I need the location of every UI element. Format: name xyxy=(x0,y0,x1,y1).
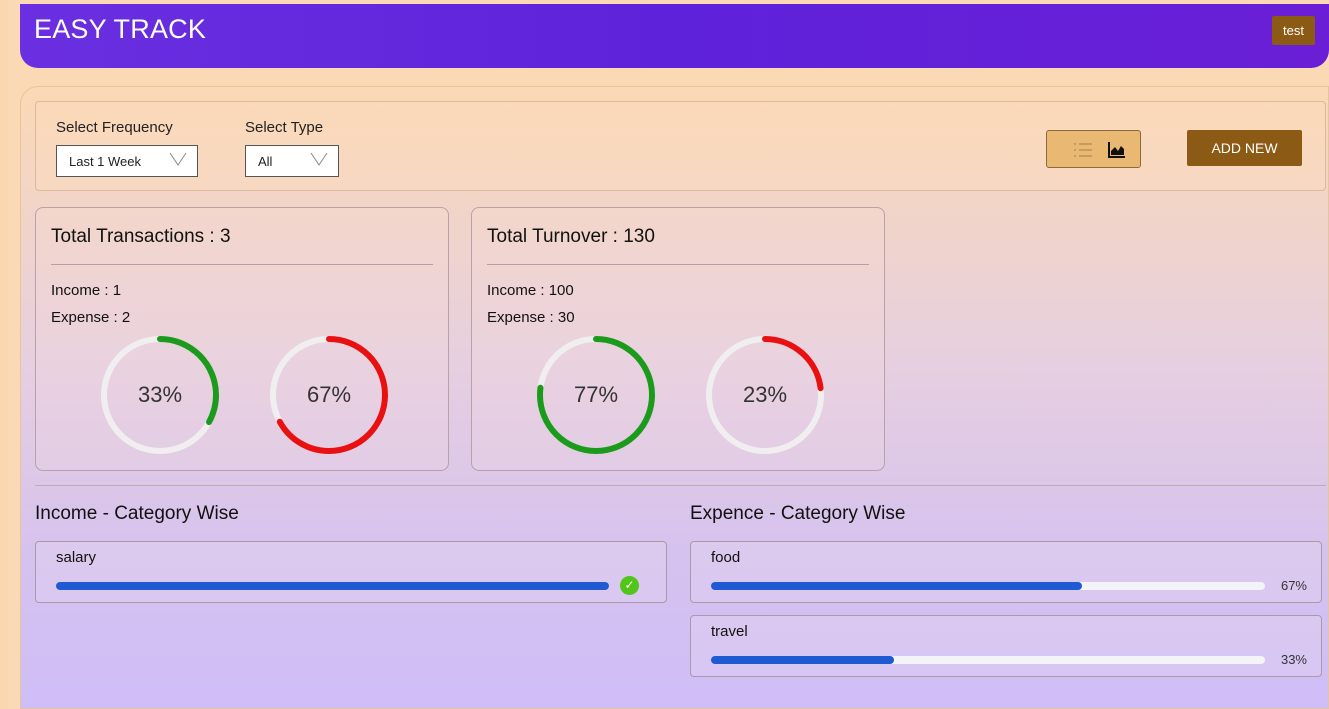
card-title: Total Transactions : 3 xyxy=(51,226,231,247)
progress-fill xyxy=(711,656,894,664)
progress-fill xyxy=(56,582,609,590)
view-toggle xyxy=(1046,130,1141,168)
donut-percentage: 23% xyxy=(742,382,788,407)
category-name: food xyxy=(711,549,741,566)
filter-bar: Select Frequency Last 1 Week Select Type… xyxy=(35,101,1326,191)
progress-track xyxy=(711,582,1265,590)
frequency-label: Select Frequency xyxy=(56,119,173,136)
expense-count: Expense : 2 xyxy=(51,309,131,326)
progress-track xyxy=(711,656,1265,664)
transactions-card: Total Transactions : 3 Income : 1 Expens… xyxy=(35,207,449,471)
progress-fill xyxy=(711,582,1083,590)
type-value: All xyxy=(258,154,273,169)
income-donut: 77% xyxy=(535,334,657,456)
app-header: EASY TRACK test xyxy=(20,4,1329,68)
chevron-down-icon xyxy=(310,152,328,166)
category-name: travel xyxy=(711,623,748,640)
divider xyxy=(487,264,869,265)
income-count: Income : 1 xyxy=(51,282,122,299)
donut-percentage: 33% xyxy=(137,382,183,407)
chevron-down-icon xyxy=(169,152,187,166)
left-edge xyxy=(0,0,8,709)
income-amount: Income : 100 xyxy=(487,282,574,299)
progress-percentage: 67% xyxy=(1280,578,1307,593)
expense-donut: 23% xyxy=(704,334,826,456)
expense-category-travel: travel 33% xyxy=(690,615,1322,677)
check-icon: ✓ xyxy=(620,576,639,595)
donut-percentage: 67% xyxy=(306,382,352,407)
section-divider xyxy=(35,485,1326,486)
category-name: salary xyxy=(56,549,97,566)
divider xyxy=(51,264,433,265)
type-select[interactable]: All xyxy=(245,145,339,177)
type-label: Select Type xyxy=(245,119,324,136)
list-icon[interactable] xyxy=(1073,142,1093,158)
progress-track xyxy=(56,582,609,590)
card-title: Total Turnover : 130 xyxy=(487,226,655,247)
donut-percentage: 77% xyxy=(573,382,619,407)
expense-amount: Expense : 30 xyxy=(487,309,575,326)
income-donut: 33% xyxy=(99,334,221,456)
expense-category-food: food 67% xyxy=(690,541,1322,603)
turnover-card: Total Turnover : 130 Income : 100 Expens… xyxy=(471,207,885,471)
area-chart-icon[interactable] xyxy=(1108,142,1126,158)
add-new-button[interactable]: ADD NEW xyxy=(1187,130,1302,166)
income-section-title: Income - Category Wise xyxy=(35,503,239,524)
expense-donut: 67% xyxy=(268,334,390,456)
dashboard: Select Frequency Last 1 Week Select Type… xyxy=(20,86,1329,709)
user-button[interactable]: test xyxy=(1272,16,1315,45)
income-category-salary: salary ✓ xyxy=(35,541,667,603)
progress-percentage: 33% xyxy=(1280,652,1307,667)
app-title: EASY TRACK xyxy=(34,14,207,44)
frequency-select[interactable]: Last 1 Week xyxy=(56,145,198,177)
expense-section-title: Expence - Category Wise xyxy=(690,503,906,524)
frequency-value: Last 1 Week xyxy=(69,154,142,169)
